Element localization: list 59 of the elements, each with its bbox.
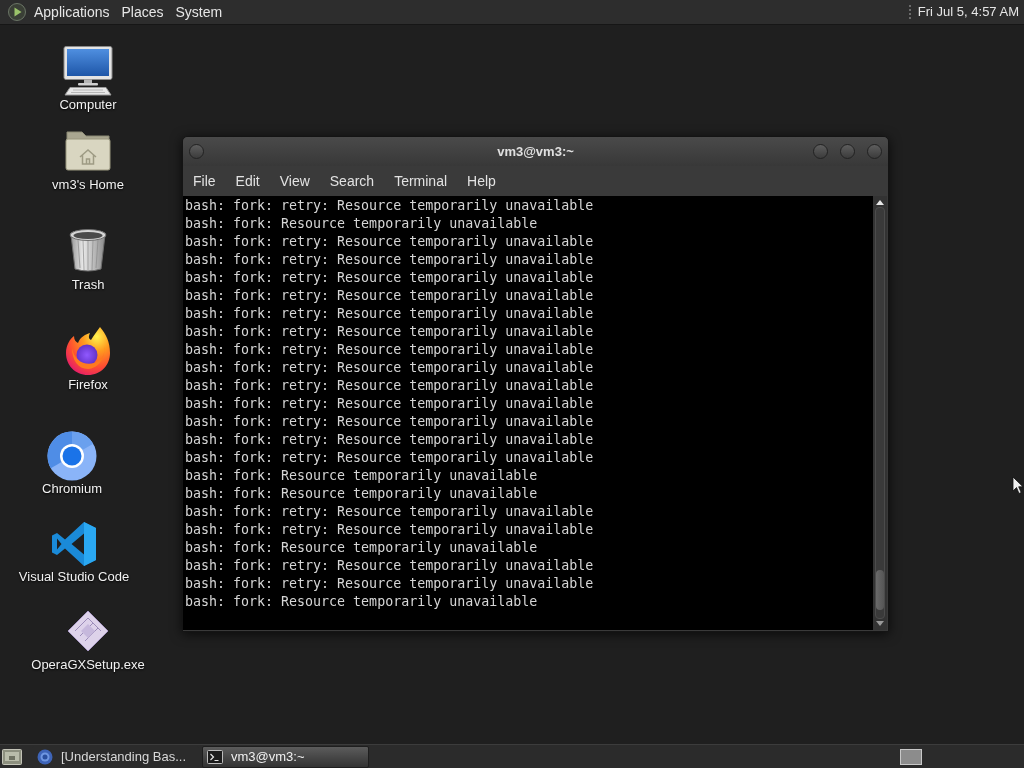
terminal-line: bash: fork: Resource temporarily unavailable — [185, 539, 538, 557]
terminal-line: bash: fork: retry: Resource temporarily unavailable — [185, 575, 594, 593]
terminal-line: bash: fork: retry: Resource temporarily unavailable — [185, 197, 594, 215]
terminal-line: bash: fork: retry: Resource temporarily unavailable — [185, 269, 594, 287]
desktop-icon-label[interactable]: vm3's Home — [52, 177, 124, 193]
globe-icon — [37, 748, 53, 765]
terminal-line: bash: fork: retry: Resource temporarily unavailable — [185, 359, 594, 377]
desktop-icon-label[interactable]: Chromium — [42, 481, 102, 497]
scrollbar[interactable] — [873, 196, 887, 630]
menu-item[interactable]: View — [269, 169, 320, 193]
terminal-line: bash: fork: retry: Resource temporarily unavailable — [185, 503, 594, 521]
terminal-line: bash: fork: retry: Resource temporarily unavailable — [185, 557, 594, 575]
scroll-up-arrow-icon[interactable] — [876, 200, 884, 205]
panel-menu[interactable]: System — [169, 0, 229, 24]
clock[interactable]: Fri Jul 5, 4:57 AM — [917, 2, 1019, 22]
home-folder-icon[interactable] — [65, 129, 111, 171]
terminal-line: bash: fork: Resource temporarily unavailable — [185, 215, 538, 233]
terminal-line: bash: fork: retry: Resource temporarily unavailable — [185, 413, 594, 431]
desktop-icon-label[interactable]: Firefox — [68, 377, 108, 393]
terminal-icon — [207, 749, 223, 764]
window-title: vm3@vm3:~ — [497, 142, 574, 161]
scroll-down-arrow-icon[interactable] — [876, 621, 884, 626]
menu-item[interactable]: File — [183, 169, 226, 193]
terminal-line: bash: fork: Resource temporarily unavailable — [185, 467, 538, 485]
scrollbar-thumb[interactable] — [876, 570, 884, 610]
mouse-pointer-icon — [1012, 476, 1024, 495]
panel-menu[interactable]: Applications — [28, 0, 116, 24]
terminal-line: bash: fork: retry: Resource temporarily unavailable — [185, 251, 594, 269]
terminal-line: bash: fork: retry: Resource temporarily unavailable — [185, 323, 594, 341]
folded-ribbon-icon[interactable] — [51, 521, 97, 567]
terminal-line: bash: fork: retry: Resource temporarily unavailable — [185, 377, 594, 395]
menu-item[interactable]: Search — [319, 169, 385, 193]
triangle-logo-icon[interactable] — [8, 3, 26, 21]
terminal-line: bash: fork: retry: Resource temporarily unavailable — [185, 305, 594, 323]
panel-menu[interactable]: Places — [115, 0, 170, 24]
menu-item[interactable]: Edit — [225, 169, 270, 193]
terminal-line: bash: fork: retry: Resource temporarily unavailable — [185, 521, 594, 539]
terminal-line: bash: fork: retry: Resource temporarily unavailable — [185, 233, 594, 251]
desktop-icon-label[interactable]: Visual Studio Code — [18, 569, 130, 585]
desktop-icon-label[interactable]: OperaGXSetup.exe — [31, 657, 145, 673]
terminal-line: bash: fork: Resource temporarily unavailable — [185, 485, 538, 503]
desktop-icon-label[interactable]: Trash — [71, 277, 105, 293]
diamond-icon[interactable] — [67, 610, 109, 652]
menu-item[interactable]: Terminal — [384, 169, 458, 193]
trash-bin-icon[interactable] — [68, 228, 108, 273]
terminal-line: bash: fork: retry: Resource temporarily unavailable — [185, 287, 594, 305]
terminal-line: bash: fork: retry: Resource temporarily unavailable — [185, 395, 594, 413]
flame-globe-icon[interactable] — [64, 326, 112, 376]
terminal-line: bash: fork: Resource temporarily unavailable — [185, 593, 538, 611]
desktop-icon-label[interactable]: Computer — [59, 97, 117, 113]
workspace-tile[interactable] — [900, 748, 922, 765]
terminal-line: bash: fork: retry: Resource temporarily unavailable — [185, 341, 594, 359]
terminal-line: bash: fork: retry: Resource temporarily unavailable — [185, 449, 594, 467]
menu-item[interactable]: Help — [457, 169, 506, 193]
computer-icon[interactable] — [63, 46, 113, 96]
ring-circle-icon[interactable] — [47, 431, 97, 481]
framed-tile-icon[interactable] — [2, 747, 22, 766]
taskbar-window-button[interactable]: vm3@vm3:~ — [202, 745, 369, 768]
terminal-line: bash: fork: retry: Resource temporarily unavailable — [185, 431, 594, 449]
